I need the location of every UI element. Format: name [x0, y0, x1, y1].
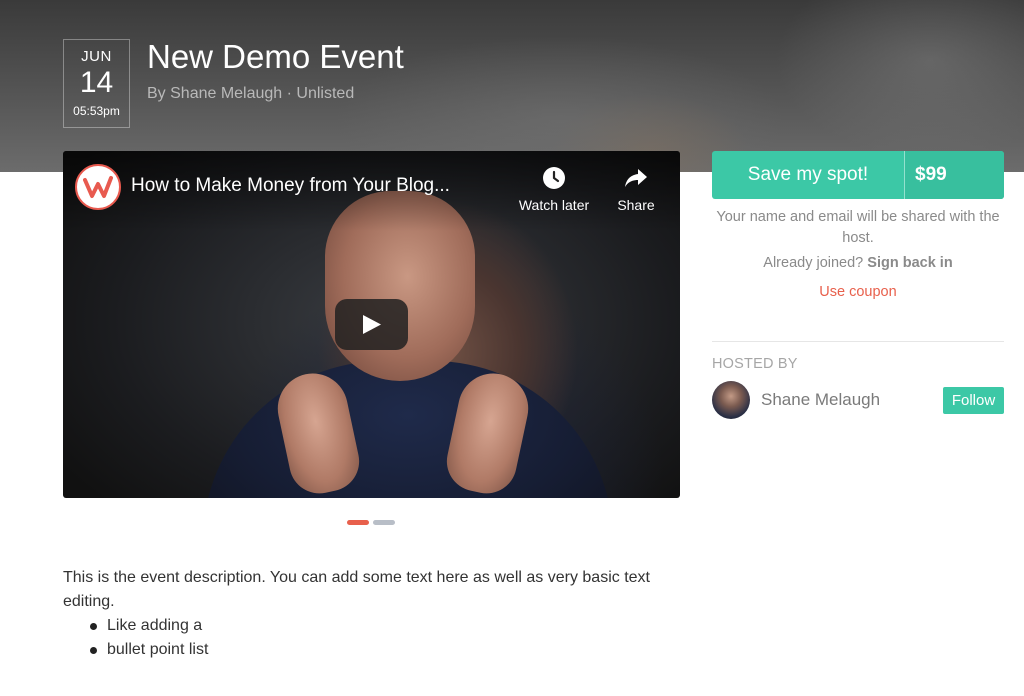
event-day: 14	[79, 66, 114, 99]
carousel-dot-active[interactable]	[347, 520, 369, 525]
description-bullet-list: Like adding a bullet point list	[88, 614, 208, 662]
use-coupon-link[interactable]: Use coupon	[712, 284, 1004, 300]
carousel-dot[interactable]	[373, 520, 395, 525]
follow-button[interactable]: Follow	[943, 387, 1004, 414]
share-label: Share	[617, 197, 655, 213]
ticket-price: $99	[905, 151, 1004, 199]
sign-back-in-link[interactable]: Sign back in	[867, 255, 952, 271]
section-divider	[712, 341, 1004, 342]
video-frame-subject-body	[203, 361, 613, 498]
already-joined-line: Already joined? Sign back in	[712, 255, 1004, 271]
event-time: 05:53pm	[73, 104, 120, 118]
play-icon	[363, 315, 381, 334]
host-avatar[interactable]	[712, 381, 750, 419]
watch-later-label: Watch later	[518, 197, 590, 213]
host-name[interactable]: Shane Melaugh	[761, 390, 880, 410]
hosted-by-heading: HOSTED BY	[712, 356, 798, 372]
share-arrow-icon	[625, 169, 647, 187]
event-date-badge: JUN 14 05:53pm	[63, 39, 130, 128]
save-my-spot-label: Save my spot!	[747, 164, 869, 185]
event-title: New Demo Event	[147, 38, 404, 75]
save-my-spot-button[interactable]: Save my spot! $99	[712, 151, 1004, 199]
list-item: Like adding a	[88, 614, 208, 638]
channel-logo-icon[interactable]	[75, 164, 121, 210]
already-joined-text: Already joined?	[763, 255, 864, 271]
event-description: This is the event description. You can a…	[63, 569, 650, 610]
event-meta: By Shane Melaugh · Unlisted	[147, 85, 355, 102]
video-title-link[interactable]: How to Make Money from Your Blog...	[131, 175, 450, 197]
clock-icon	[543, 167, 565, 189]
video-player[interactable]: How to Make Money from Your Blog... Watc…	[63, 151, 680, 498]
list-item: bullet point list	[88, 638, 208, 662]
watch-later-button[interactable]: Watch later	[511, 165, 597, 213]
data-sharing-note: Your name and email will be shared with …	[716, 209, 1000, 246]
share-button[interactable]: Share	[608, 165, 664, 213]
play-button[interactable]	[335, 299, 408, 350]
event-month: JUN	[81, 48, 112, 65]
